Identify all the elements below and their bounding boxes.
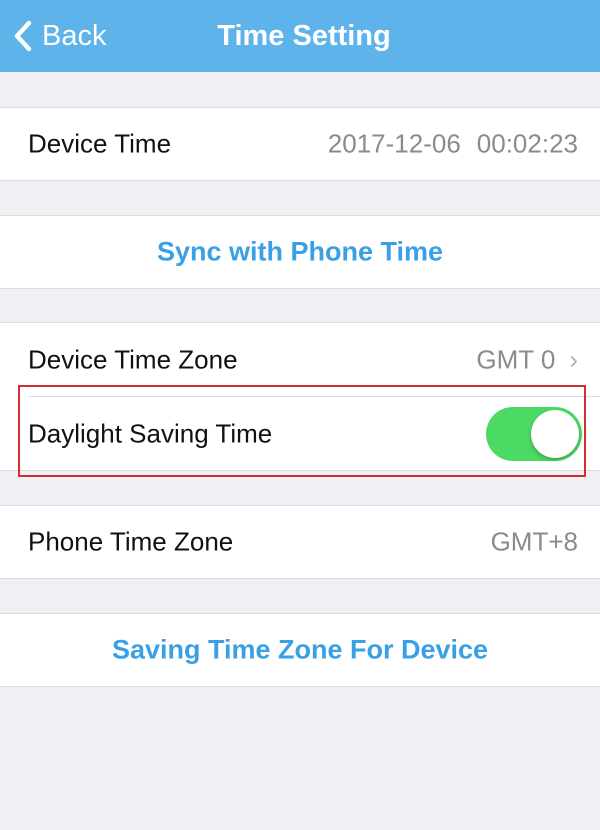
device-time-zone-value: GMT 0 › — [476, 344, 578, 375]
device-time-value: 2017-12-06 00:02:23 — [328, 129, 578, 160]
navigation-bar: Back Time Setting — [0, 0, 600, 72]
device-time-row: Device Time 2017-12-06 00:02:23 — [0, 107, 600, 181]
save-time-zone-button[interactable]: Saving Time Zone For Device — [0, 635, 600, 666]
page-title: Time Setting — [217, 19, 391, 52]
phone-time-zone-row: Phone Time Zone GMT+8 — [0, 505, 600, 579]
sync-row[interactable]: Sync with Phone Time — [0, 215, 600, 289]
sync-with-phone-time-button[interactable]: Sync with Phone Time — [0, 237, 600, 268]
daylight-saving-row: Daylight Saving Time — [0, 397, 600, 471]
phone-time-zone-value: GMT+8 — [490, 526, 578, 557]
save-row[interactable]: Saving Time Zone For Device — [0, 613, 600, 687]
phone-time-zone-label: Phone Time Zone — [28, 526, 234, 557]
device-time-zone-row[interactable]: Device Time Zone GMT 0 › — [0, 323, 600, 397]
device-time-label: Device Time — [28, 128, 172, 159]
toggle-knob — [531, 410, 579, 458]
chevron-right-icon: › — [569, 344, 578, 375]
device-clock: 00:02:23 — [476, 128, 578, 159]
device-date: 2017-12-06 — [327, 128, 461, 159]
device-time-zone-label: Device Time Zone — [28, 344, 238, 375]
time-zone-group: Device Time Zone GMT 0 › Daylight Saving… — [0, 322, 600, 471]
daylight-saving-label: Daylight Saving Time — [28, 418, 273, 449]
daylight-saving-toggle[interactable] — [486, 407, 582, 461]
